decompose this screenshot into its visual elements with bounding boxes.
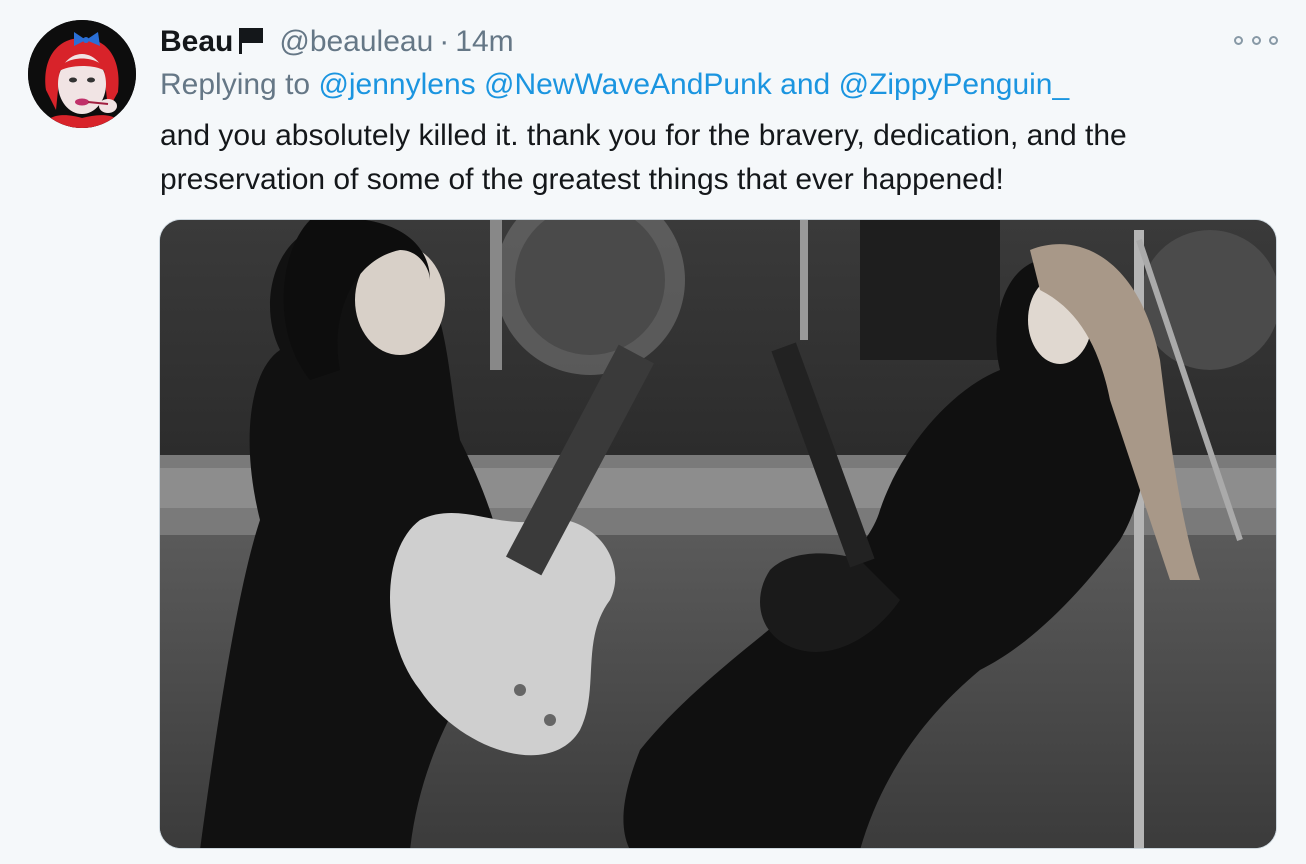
dot — [1234, 35, 1243, 45]
more-options-icon[interactable] — [1234, 28, 1278, 52]
tweet[interactable]: Beau @beauleau · 14m Replying to @jennyl… — [0, 0, 1306, 864]
black-flag-icon — [235, 24, 267, 61]
separator-dot: · — [439, 25, 450, 58]
dot — [1269, 35, 1278, 45]
avatar[interactable] — [28, 20, 136, 128]
author-name[interactable]: Beau — [160, 25, 233, 59]
replying-to-label: Replying to — [160, 68, 311, 101]
tweet-photo[interactable] — [159, 219, 1277, 849]
timestamp[interactable]: 14m — [455, 25, 513, 59]
mention-newwaveandpunk[interactable]: @NewWaveAndPunk — [484, 68, 772, 101]
mention-jennylens[interactable]: @jennylens — [318, 68, 475, 101]
author-handle[interactable]: @beauleau — [279, 25, 433, 59]
mention-zippypenguin[interactable]: @ZippyPenguin_ — [839, 68, 1070, 101]
dot — [1251, 35, 1261, 45]
mention-and[interactable]: and — [780, 68, 830, 101]
tweet-header: Beau @beauleau · 14m — [160, 22, 514, 62]
replying-to: Replying to @jennylens @NewWaveAndPunk a… — [160, 68, 1069, 102]
tweet-text: and you absolutely killed it. thank you … — [160, 119, 1127, 196]
